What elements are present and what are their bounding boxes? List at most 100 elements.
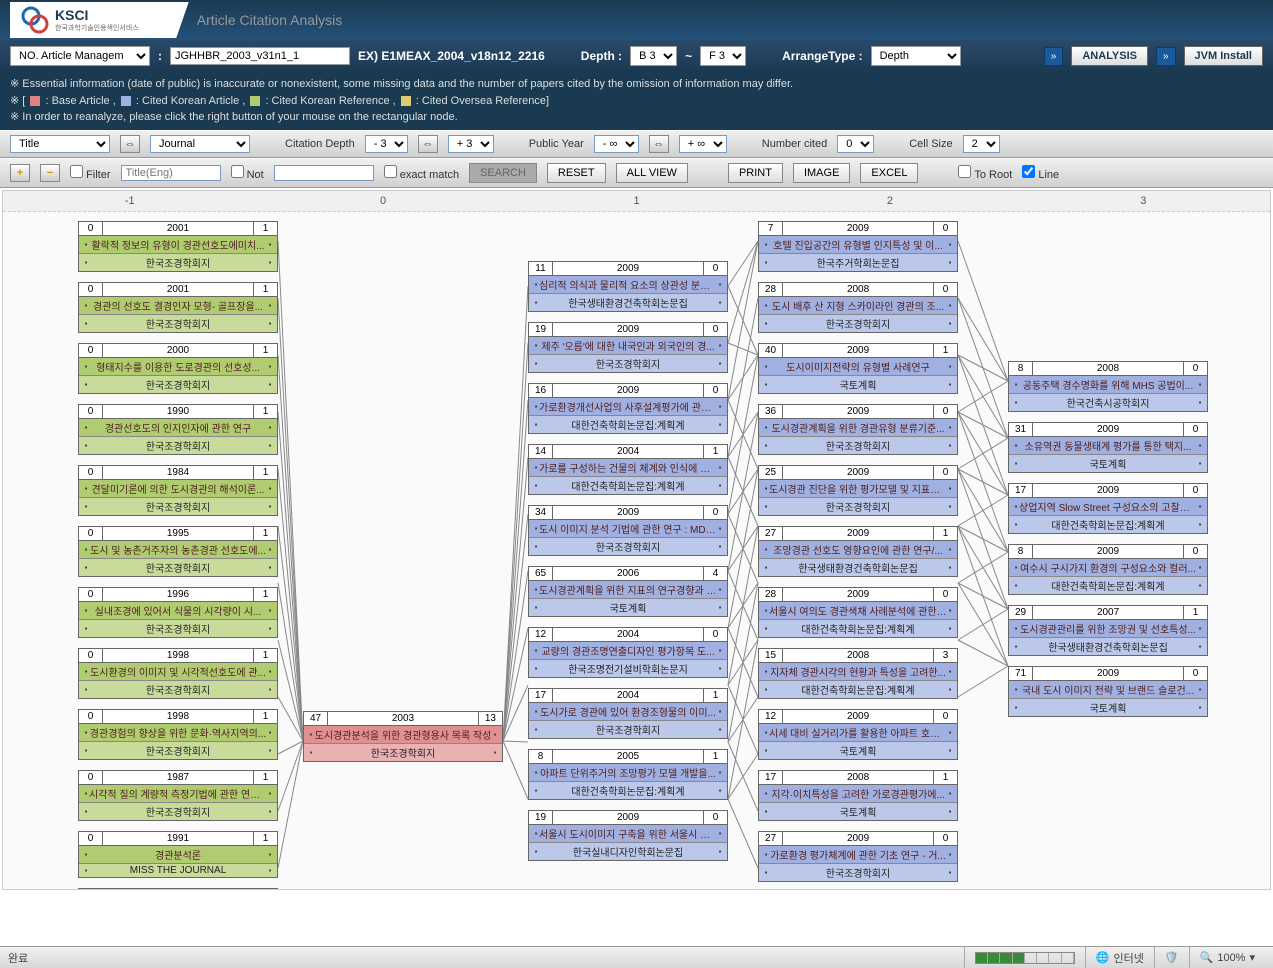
collapse-dot-icon[interactable]: ▪ [717,786,723,795]
collapse-dot-icon[interactable]: ▪ [717,847,723,856]
collapse-dot-icon[interactable]: ▪ [267,850,273,859]
collapse-dot-icon[interactable]: ▪ [267,380,273,389]
citation-node[interactable]: 820090▪여수시 구시가지 환경의 구성요소와 컬러...▪▪대한건축학회논… [1008,544,1208,595]
citation-node[interactable]: 1720041▪도시가로 경관에 있어 환경조형물의 이미...▪▪한국조경학회… [528,688,728,739]
collapse-dot-icon[interactable]: ▪ [947,789,953,798]
collapse-dot-icon[interactable]: ▪ [1197,685,1203,694]
plus-icon[interactable]: + [10,164,30,182]
collapse-dot-icon[interactable]: ▪ [947,685,953,694]
collapse-dot-icon[interactable]: ▪ [717,402,723,411]
minus-icon[interactable]: − [40,164,60,182]
search-button[interactable]: SEARCH [469,163,537,183]
not-checkbox-wrap[interactable]: Not [231,165,264,181]
exact-checkbox-wrap[interactable]: exact match [384,165,459,181]
citation-node[interactable]: 2820080▪도시 배후 산 지형 스카이라인 경관의 조...▪▪한국조경학… [758,282,958,333]
citation-node[interactable]: 019961▪실내조경에 있어서 식물의 시각량이 시...▪▪한국조경학회지▪ [78,587,278,638]
jvm-install-button[interactable]: JVM Install [1184,46,1263,66]
collapse-dot-icon[interactable]: ▪ [947,441,953,450]
collapse-dot-icon[interactable]: ▪ [492,748,498,757]
citation-node[interactable]: 2720091▪조망경관 선호도 영향요인에 관한 연구/...▪▪한국생태환경… [758,526,958,577]
collapse-dot-icon[interactable]: ▪ [267,728,273,737]
reset-button[interactable]: RESET [547,163,606,183]
arrange-type-select[interactable]: Depth [871,46,961,66]
collapse-dot-icon[interactable]: ▪ [267,606,273,615]
collapse-dot-icon[interactable]: ▪ [717,664,723,673]
collapse-dot-icon[interactable]: ▪ [947,545,953,554]
collapse-dot-icon[interactable]: ▪ [717,707,723,716]
jvm-arrow-button[interactable]: » [1156,47,1176,66]
collapse-dot-icon[interactable]: ▪ [717,280,723,289]
nc-select[interactable]: 0 [837,135,874,153]
swap-icon[interactable]: ⇔ [120,135,140,153]
collapse-dot-icon[interactable]: ▪ [947,362,953,371]
collapse-dot-icon[interactable]: ▪ [267,624,273,633]
filter-checkbox[interactable] [70,165,83,178]
citation-node[interactable]: 2720090▪가로환경 평가체계에 관한 기초 연구 - 거...▪▪한국조경… [758,831,958,882]
collapse-dot-icon[interactable]: ▪ [947,423,953,432]
citation-node[interactable]: 2520090▪도시경관 진단을 위한 평가모델 및 지표개...▪▪한국조경학… [758,465,958,516]
article-id-input[interactable] [170,47,350,65]
article-manager-select[interactable]: NO. Article Managem [10,46,150,66]
citation-node[interactable]: 47200313▪도시경관분석을 위한 경관형용사 목록 작성▪▪한국조경학회지… [303,711,503,762]
canvas-scroll[interactable]: -1 0 1 2 3 020011▪활락적 정보의 유형이 경관선호도에미치..… [2,190,1271,890]
print-button[interactable]: PRINT [728,163,783,183]
collapse-dot-icon[interactable]: ▪ [947,807,953,816]
collapse-dot-icon[interactable]: ▪ [947,258,953,267]
citation-node[interactable]: 019951▪도시 및 농촌거주자의 농촌경관 선호도에...▪▪한국조경학회지… [78,526,278,577]
collapse-dot-icon[interactable]: ▪ [492,730,498,739]
collapse-dot-icon[interactable]: ▪ [717,829,723,838]
citation-node[interactable]: 1420041▪가로를 구성하는 건물의 체계와 인식에 관...▪▪대한건축학… [528,444,728,495]
collapse-dot-icon[interactable]: ▪ [1197,563,1203,572]
citation-node[interactable]: 020011▪경관의 선호도 결경인자 모형- 골프장을...▪▪한국조경학회지… [78,282,278,333]
collapse-dot-icon[interactable]: ▪ [267,807,273,816]
depth-forward-select[interactable]: F 3 [700,46,746,66]
cd-plus-select[interactable]: + 3 [448,135,494,153]
collapse-dot-icon[interactable]: ▪ [717,646,723,655]
citation-node[interactable]: 2820090▪서울시 여의도 경관색채 사례분석에 관한 연▪▪대한건축학회논… [758,587,958,638]
collapse-dot-icon[interactable]: ▪ [717,603,723,612]
citation-node[interactable]: 020001▪형태지수를 이용한 도로경관의 선호성...▪▪한국조경학회지▪ [78,343,278,394]
collapse-dot-icon[interactable]: ▪ [267,258,273,267]
citation-node[interactable]: 1920090▪서울시 도시이미지 구축을 위한 서울시 재...▪▪한국실내디… [528,810,728,861]
depth-back-select[interactable]: B 3 [630,46,677,66]
analysis-arrow-button[interactable]: » [1044,47,1064,66]
collapse-dot-icon[interactable]: ▪ [717,542,723,551]
collapse-dot-icon[interactable]: ▪ [267,301,273,310]
citation-node[interactable]: 019911▪경관분석론▪▪MISS THE JOURNAL▪ [78,831,278,878]
collapse-dot-icon[interactable]: ▪ [1197,520,1203,529]
citation-node[interactable]: 3420090▪도시 이미지 분석 기법에 관한 연구 : MDS...▪▪한국… [528,505,728,556]
allview-button[interactable]: ALL VIEW [616,163,688,183]
title-select[interactable]: Title [10,135,110,153]
query-input[interactable] [274,165,374,181]
collapse-dot-icon[interactable]: ▪ [1197,703,1203,712]
citation-node[interactable]: 3620090▪도시경관계획을 위한 경관유형 분류기준...▪▪한국조경학회지… [758,404,958,455]
collapse-dot-icon[interactable]: ▪ [717,585,723,594]
line-checkbox[interactable] [1022,165,1035,178]
citation-node[interactable]: 1620090▪가로환경개선사업의 사후설계평가에 관한...▪▪대한건축학회논… [528,383,728,434]
collapse-dot-icon[interactable]: ▪ [267,502,273,511]
collapse-dot-icon[interactable]: ▪ [947,240,953,249]
collapse-dot-icon[interactable]: ▪ [947,502,953,511]
collapse-dot-icon[interactable]: ▪ [947,606,953,615]
citation-node[interactable]: 720090▪호텔 진입공간의 유형별 인지특성 및 이...▪▪한국주거학회논… [758,221,958,272]
citation-node[interactable]: 1720081▪지각·이치특성을 고려한 가로경관평가에...▪▪국토계획▪ [758,770,958,821]
collapse-dot-icon[interactable]: ▪ [717,481,723,490]
excel-button[interactable]: EXCEL [860,163,918,183]
py-minus-select[interactable]: - ∞ [594,135,639,153]
citation-node[interactable]: 1120090▪심리적 의식과 물리적 요소의 상관성 분석...▪▪한국생태환… [528,261,728,312]
collapse-dot-icon[interactable]: ▪ [1197,642,1203,651]
collapse-dot-icon[interactable]: ▪ [1197,581,1203,590]
collapse-dot-icon[interactable]: ▪ [947,380,953,389]
collapse-dot-icon[interactable]: ▪ [267,789,273,798]
collapse-dot-icon[interactable]: ▪ [267,423,273,432]
collapse-dot-icon[interactable]: ▪ [267,441,273,450]
citation-node[interactable]: 019921▪국의이이...▪▪▪ [78,888,278,890]
collapse-dot-icon[interactable]: ▪ [717,341,723,350]
collapse-dot-icon[interactable]: ▪ [947,728,953,737]
citation-node[interactable]: 019901▪경관선호도의 인지인자에 관한 연구▪▪한국조경학회지▪ [78,404,278,455]
citation-node[interactable]: 019841▪견달미기론에 의한 도시경관의 해석이론...▪▪한국조경학회지▪ [78,465,278,516]
citation-node[interactable]: 1720090▪상업지역 Slow Street 구성요소의 고찰과...▪▪대… [1008,483,1208,534]
collapse-dot-icon[interactable]: ▪ [267,866,273,875]
citation-node[interactable]: 1220090▪시세 대비 실거리가를 활용한 아파트 호별...▪▪국토계획▪ [758,709,958,760]
citation-node[interactable]: 019871▪시각적 질의 계량적 측정기법에 관한 연구...▪▪한국조경학회… [78,770,278,821]
